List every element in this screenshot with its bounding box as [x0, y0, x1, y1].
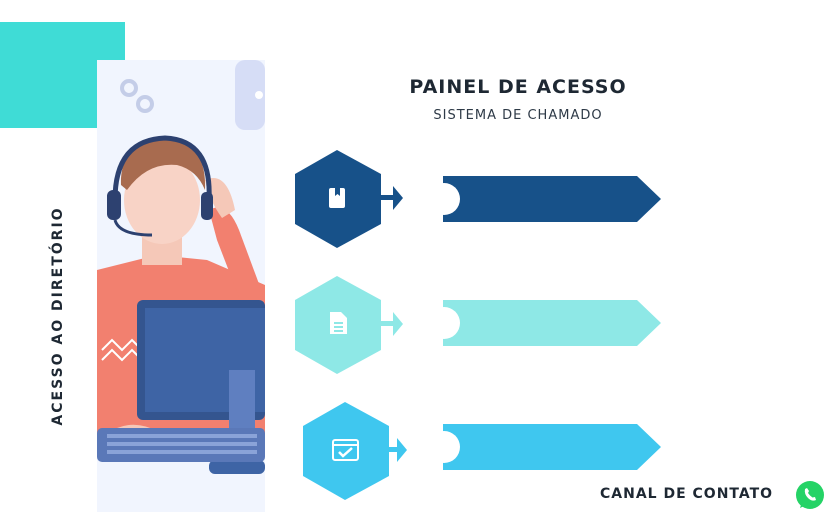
hexagon-shape [303, 402, 389, 500]
page-title: PAINEL DE ACESSO [409, 76, 627, 98]
directory-access-label[interactable]: ACESSO AO DIRETÓRIO [50, 206, 66, 425]
support-agent-illustration [97, 60, 265, 512]
access-row-1[interactable] [293, 148, 665, 250]
contact-channel-label[interactable]: CANAL DE CONTATO [600, 486, 773, 502]
whatsapp-icon[interactable] [795, 480, 825, 510]
access-bar[interactable] [443, 176, 661, 222]
access-bar[interactable] [443, 300, 661, 346]
bookmark-document-icon [329, 188, 345, 208]
access-row-2[interactable] [293, 274, 665, 376]
page-subtitle: SISTEMA DE CHAMADO [433, 108, 603, 123]
access-bar[interactable] [443, 424, 661, 470]
